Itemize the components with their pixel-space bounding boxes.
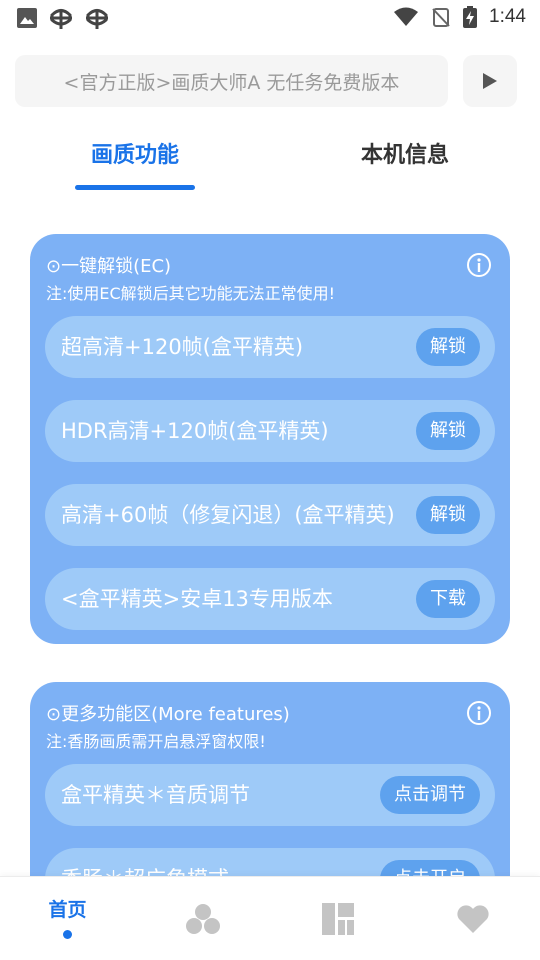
download-row: <盒平精英>安卓13专用版本 下载 — [45, 568, 495, 630]
unlock-card-title: ⊙一键解锁(EC) — [46, 256, 172, 277]
nav-home-label: 首页 — [48, 899, 87, 921]
nav-circles[interactable] — [135, 877, 270, 960]
status-bar: 1:44 — [0, 0, 540, 38]
nav-dashboard[interactable] — [270, 877, 405, 960]
more-card-title: ⊙更多功能区(More features) — [46, 704, 290, 725]
feature-row-label: 盒平精英＊音质调节 — [61, 783, 250, 807]
battery-charging-icon — [463, 6, 478, 28]
unlock-row-label: HDR高清+120帧(盒平精英) — [61, 419, 329, 443]
bug-icon — [50, 9, 72, 29]
status-bar-left — [16, 6, 110, 30]
adjust-button[interactable]: 点击调节 — [380, 776, 480, 814]
image-icon — [17, 8, 37, 28]
status-time: 1:44 — [489, 6, 526, 27]
unlock-row: HDR高清+120帧(盒平精英) 解锁 — [45, 400, 495, 462]
download-row-label: <盒平精英>安卓13专用版本 — [61, 587, 333, 611]
status-bar-right: 1:44 — [393, 6, 526, 28]
nav-home[interactable]: 首页 — [0, 877, 135, 960]
search-text: <官方正版>画质大师A 无任务免费版本 — [63, 71, 400, 94]
tab-image-quality[interactable]: 画质功能 — [75, 138, 195, 174]
info-icon[interactable] — [466, 700, 492, 726]
play-button[interactable] — [463, 55, 517, 107]
unlock-row: 超高清+120帧(盒平精英) 解锁 — [45, 316, 495, 378]
nav-active-dot — [63, 930, 72, 939]
search-bar[interactable]: <官方正版>画质大师A 无任务免费版本 — [15, 55, 448, 107]
nav-favorites[interactable] — [405, 877, 540, 960]
unlock-card: ⊙一键解锁(EC) 注:使用EC解锁后其它功能无法正常使用! 超高清+120帧(… — [30, 234, 510, 644]
unlock-button[interactable]: 解锁 — [416, 496, 480, 534]
dashboard-icon — [321, 903, 354, 935]
bug-icon — [86, 9, 108, 29]
wifi-icon — [394, 7, 419, 26]
tab-device-info[interactable]: 本机信息 — [345, 138, 465, 174]
more-card-note: 注:香肠画质需开启悬浮窗权限! — [46, 732, 266, 751]
play-icon — [483, 73, 497, 89]
unlock-row-label: 高清+60帧（修复闪退）(盒平精英) — [61, 503, 395, 527]
info-icon[interactable] — [466, 252, 492, 278]
heart-icon — [456, 905, 489, 933]
feature-row: 盒平精英＊音质调节 点击调节 — [45, 764, 495, 826]
unlock-card-header: ⊙一键解锁(EC) — [46, 252, 171, 278]
tab-indicator — [75, 185, 195, 190]
download-button[interactable]: 下载 — [416, 580, 480, 618]
circles-icon — [185, 904, 220, 934]
bottom-nav: 首页 — [0, 876, 540, 960]
unlock-button[interactable]: 解锁 — [416, 328, 480, 366]
more-card-header: ⊙更多功能区(More features) — [46, 700, 290, 726]
unlock-row-label: 超高清+120帧(盒平精英) — [61, 335, 304, 359]
unlock-card-note: 注:使用EC解锁后其它功能无法正常使用! — [46, 284, 336, 303]
no-signal-icon — [432, 8, 450, 27]
unlock-row: 高清+60帧（修复闪退）(盒平精英) 解锁 — [45, 484, 495, 546]
unlock-button[interactable]: 解锁 — [416, 412, 480, 450]
